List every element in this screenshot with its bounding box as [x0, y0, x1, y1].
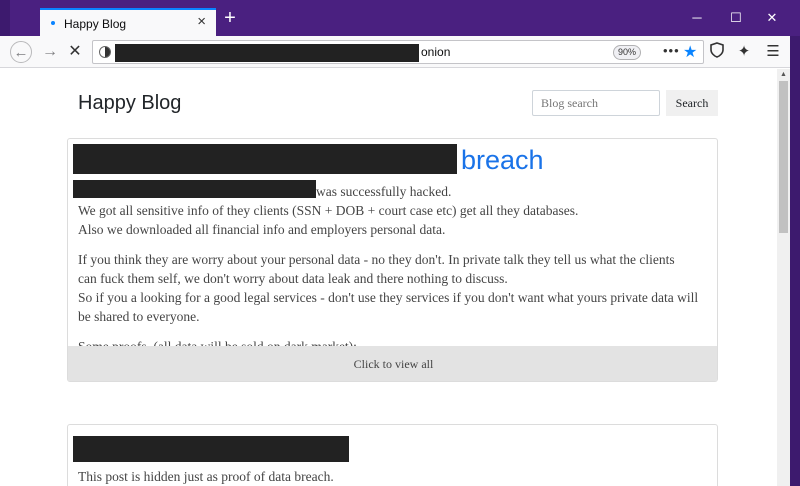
- scroll-up-icon[interactable]: ▲: [780, 71, 787, 78]
- post-paragraph-line: This post is hidden just as proof of dat…: [78, 469, 334, 484]
- search-input[interactable]: [532, 90, 660, 116]
- stop-icon[interactable]: ✕: [64, 41, 86, 63]
- post-paragraph-line: be shared to everyone.: [78, 309, 200, 324]
- post-paragraph-line: can fuck them self, we don't worry about…: [78, 271, 508, 286]
- page-scrollbar[interactable]: ▲: [777, 69, 790, 486]
- url-bar[interactable]: onion 90% ••• ★: [92, 40, 704, 64]
- maximize-icon[interactable]: ☐: [728, 10, 744, 26]
- view-all-button[interactable]: Click to view all: [68, 346, 717, 381]
- title-redaction: [73, 144, 457, 174]
- post-card: This post is hidden just as proof of dat…: [67, 424, 718, 486]
- browser-navbar: ← → ✕ onion 90% ••• ★ ✦ ☰: [0, 36, 800, 68]
- tab-close-icon[interactable]: ×: [197, 14, 206, 29]
- post-paragraph-line: So if you a looking for a good legal ser…: [78, 290, 699, 305]
- back-icon[interactable]: ←: [10, 41, 32, 63]
- zoom-indicator[interactable]: 90%: [613, 45, 641, 60]
- blog-title[interactable]: Happy Blog: [78, 92, 181, 115]
- title-redaction: [73, 436, 349, 462]
- forward-icon[interactable]: →: [39, 41, 61, 63]
- url-suffix: onion: [421, 45, 451, 59]
- bookmark-star-icon[interactable]: ★: [683, 42, 697, 62]
- new-tab-button[interactable]: +: [220, 8, 240, 29]
- site-info-icon[interactable]: [99, 46, 111, 58]
- tab-title: Happy Blog: [64, 17, 127, 31]
- window-edge: [790, 36, 800, 486]
- browser-tab[interactable]: Happy Blog ×: [40, 8, 216, 38]
- menu-icon[interactable]: ☰: [763, 42, 783, 62]
- page-viewport: Happy Blog Search breach was successfull…: [10, 69, 777, 486]
- close-icon[interactable]: ✕: [764, 10, 780, 26]
- page-actions-icon[interactable]: •••: [663, 43, 680, 58]
- post-paragraph-line: Also we downloaded all financial info an…: [78, 222, 446, 237]
- scroll-thumb[interactable]: [779, 81, 788, 233]
- browser-titlebar: Happy Blog × + ─ ☐ ✕: [0, 0, 800, 38]
- minimize-icon[interactable]: ─: [689, 10, 705, 26]
- post-paragraph-line: If you think they are worry about your p…: [78, 252, 675, 267]
- post-title-suffix[interactable]: breach: [461, 145, 544, 176]
- extension-icon[interactable]: ✦: [734, 42, 754, 62]
- url-redaction: [115, 44, 419, 62]
- window-edge: [0, 0, 10, 36]
- post-hacked-line: was successfully hacked.: [316, 184, 452, 199]
- tracking-shield-icon[interactable]: [707, 42, 727, 64]
- post-paragraph-line: We got all sensitive info of they client…: [78, 203, 579, 218]
- search-button[interactable]: Search: [666, 90, 718, 116]
- tab-loading-icon: [51, 21, 55, 25]
- company-redaction: [73, 180, 316, 198]
- post-card: breach was successfully hacked. We got a…: [67, 138, 718, 382]
